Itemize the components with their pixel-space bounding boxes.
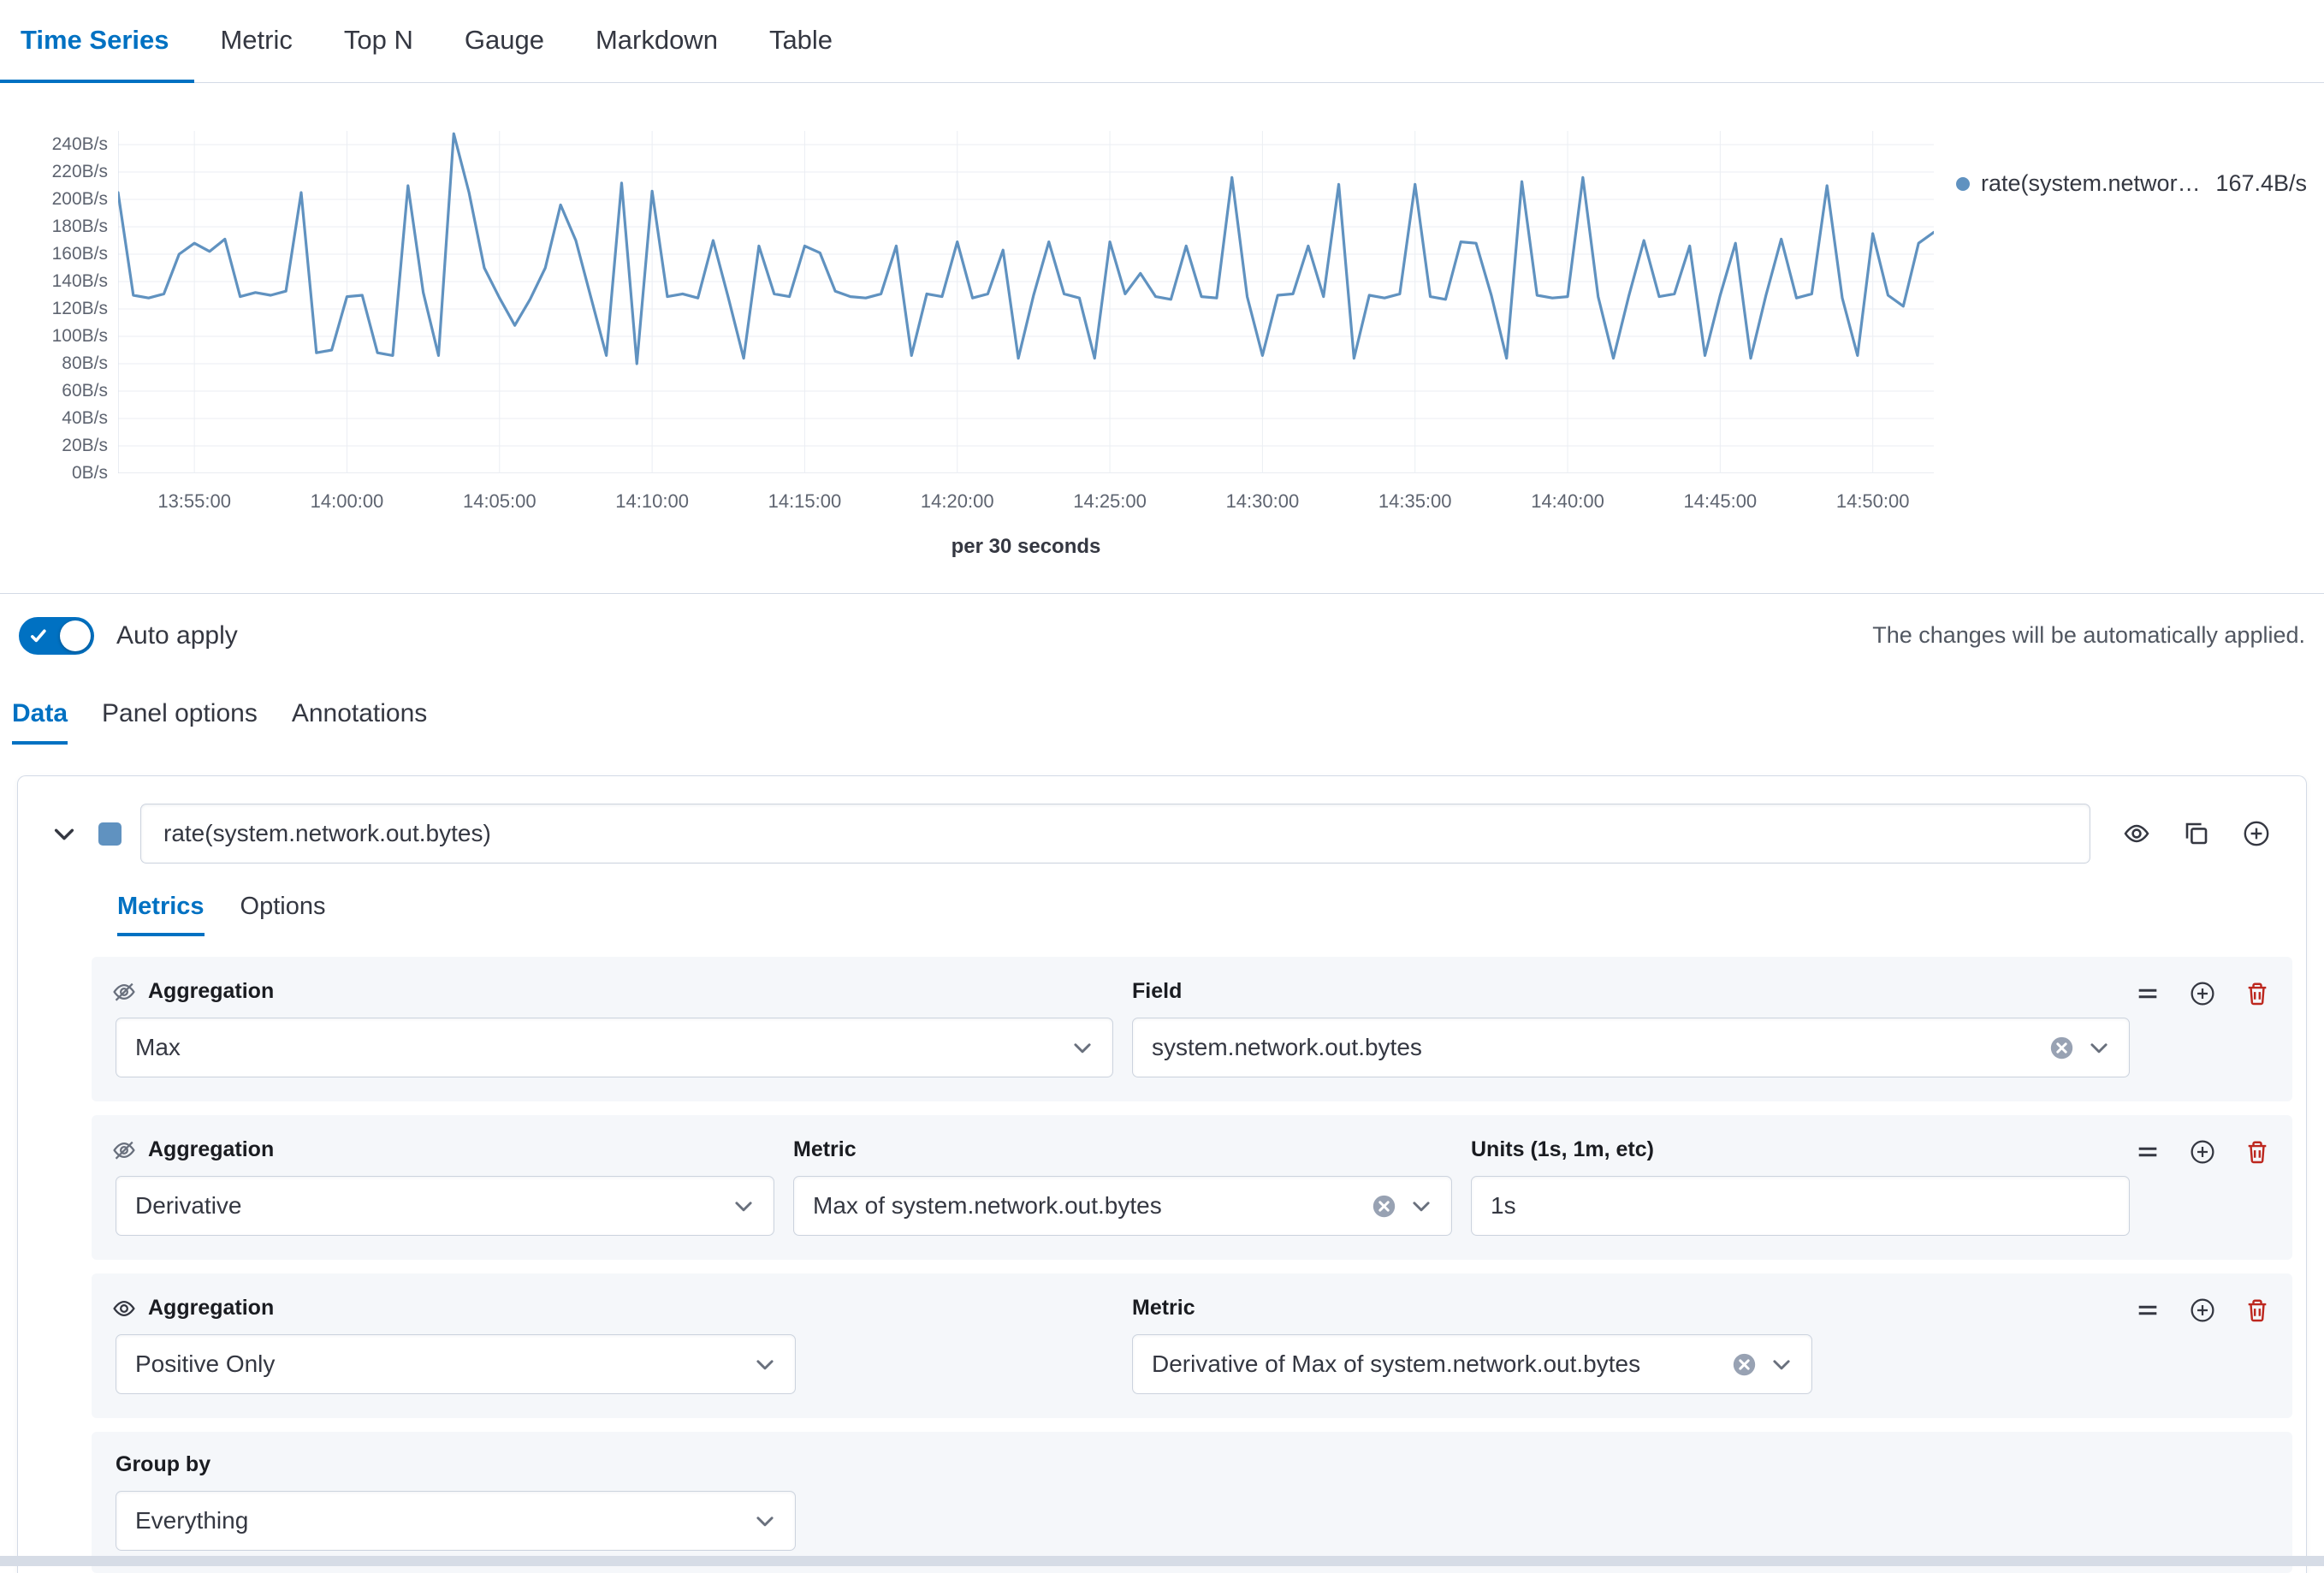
field-field: Field system.network.out.bytes [1132, 979, 2130, 1077]
timeseries-chart: 240B/s220B/s200B/s180B/s160B/s140B/s120B… [0, 83, 2324, 559]
metric-combobox[interactable]: Derivative of Max of system.network.out.… [1132, 1334, 1812, 1394]
chevron-down-icon [2088, 1036, 2110, 1059]
aggregation-field: Aggregation Positive Only [116, 1296, 1113, 1394]
group-by-select[interactable]: Everything [116, 1491, 796, 1551]
legend-series-label: rate(system.network... [1981, 170, 2204, 197]
field-label: Aggregation [148, 1296, 274, 1321]
tab-panel-options[interactable]: Panel options [102, 699, 258, 745]
plus-circle-icon[interactable] [2190, 981, 2215, 1006]
chevron-down-icon [1410, 1195, 1432, 1217]
row-actions [2135, 981, 2270, 1006]
eye-slash-icon[interactable] [112, 980, 136, 1004]
check-icon [28, 626, 49, 646]
aggregation-select[interactable]: Derivative [116, 1176, 774, 1236]
drag-handle-icon[interactable] [2135, 1139, 2161, 1165]
series-panel: Metrics Options Aggregation Max [17, 775, 2307, 1573]
legend-series-value: 167.4B/s [2215, 170, 2307, 197]
plus-circle-icon[interactable] [2190, 1139, 2215, 1165]
field-label: Units (1s, 1m, etc) [1471, 1137, 1654, 1162]
chevron-down-icon [754, 1510, 776, 1532]
drag-handle-icon[interactable] [2135, 981, 2161, 1006]
tab-time-series[interactable]: Time Series [0, 0, 194, 83]
aggregation-select[interactable]: Max [116, 1018, 1113, 1077]
auto-apply-toggle[interactable] [19, 617, 94, 655]
toggle-thumb [60, 620, 91, 651]
series-color-swatch[interactable] [98, 822, 122, 846]
units-input[interactable]: 1s [1471, 1176, 2130, 1236]
aggregation-field: Aggregation Max [116, 979, 1113, 1077]
bottom-divider [0, 1556, 2324, 1566]
x-axis-labels: 13:55:0014:00:0014:05:0014:10:0014:15:00… [118, 473, 1934, 513]
row-actions [2135, 1139, 2270, 1165]
metric-row-derivative: Aggregation Derivative Metric Max of sys… [92, 1115, 2292, 1260]
metric-row-positive-only: Aggregation Positive Only Metric Derivat… [92, 1273, 2292, 1418]
eye-icon[interactable] [112, 1297, 136, 1321]
units-field: Units (1s, 1m, etc) 1s [1471, 1137, 2130, 1236]
tab-options[interactable]: Options [240, 893, 326, 936]
editor-tabs: Data Panel options Annotations [0, 677, 2324, 745]
auto-apply-label: Auto apply [116, 621, 238, 650]
series-label-input[interactable] [140, 804, 2090, 864]
tab-data[interactable]: Data [12, 699, 68, 745]
group-by-field: Group by Everything [116, 1452, 2268, 1551]
metric-rows: Aggregation Max Field system.network.out… [92, 957, 2292, 1573]
metric-field: Metric Derivative of Max of system.netwo… [1132, 1296, 2130, 1394]
field-label: Metric [1132, 1296, 1195, 1321]
clear-icon[interactable] [1372, 1194, 1396, 1219]
plus-circle-icon[interactable] [2190, 1297, 2215, 1323]
auto-apply-hint: The changes will be automatically applie… [1872, 622, 2305, 649]
legend-dot [1956, 177, 1970, 191]
y-axis-labels: 240B/s220B/s200B/s180B/s160B/s140B/s120B… [17, 131, 118, 473]
series-query-row [32, 795, 2292, 864]
trash-icon[interactable] [2244, 1297, 2270, 1323]
metric-row-max: Aggregation Max Field system.network.out… [92, 957, 2292, 1101]
field-label: Aggregation [148, 1137, 274, 1162]
clear-icon[interactable] [1732, 1352, 1757, 1377]
tab-table[interactable]: Table [744, 0, 858, 83]
drag-handle-icon[interactable] [2135, 1297, 2161, 1323]
tab-top-n[interactable]: Top N [318, 0, 439, 83]
x-axis-title: per 30 seconds [17, 535, 1934, 559]
metric-combobox[interactable]: Max of system.network.out.bytes [793, 1176, 1452, 1236]
clear-icon[interactable] [2049, 1036, 2074, 1060]
metric-field: Metric Max of system.network.out.bytes [793, 1137, 1452, 1236]
field-combobox[interactable]: system.network.out.bytes [1132, 1018, 2130, 1077]
tab-annotations[interactable]: Annotations [292, 699, 427, 745]
aggregation-field: Aggregation Derivative [116, 1137, 774, 1236]
visualization-type-tabs: Time Series Metric Top N Gauge Markdown … [0, 0, 2324, 83]
tab-metric[interactable]: Metric [194, 0, 317, 83]
series-editor-tabs: Metrics Options [117, 893, 2292, 936]
chevron-down-icon [754, 1353, 776, 1375]
copy-icon[interactable] [2183, 820, 2210, 847]
series-actions [2123, 820, 2270, 847]
field-label: Aggregation [148, 979, 274, 1004]
row-actions [2135, 1297, 2270, 1323]
tab-metrics[interactable]: Metrics [117, 893, 205, 936]
tsvb-editor: Time Series Metric Top N Gauge Markdown … [0, 0, 2324, 1573]
trash-icon[interactable] [2244, 981, 2270, 1006]
chevron-down-icon [732, 1195, 755, 1217]
chart-line-svg [118, 131, 1934, 473]
field-label: Group by [116, 1452, 210, 1477]
field-label: Metric [793, 1137, 857, 1162]
aggregation-select[interactable]: Positive Only [116, 1334, 796, 1394]
field-label: Field [1132, 979, 1182, 1004]
chart-legend-item[interactable]: rate(system.network... 167.4B/s [1934, 131, 2307, 197]
chevron-down-icon[interactable] [49, 818, 80, 849]
tab-gauge[interactable]: Gauge [439, 0, 570, 83]
chart-plot-area[interactable]: 13:55:0014:00:0014:05:0014:10:0014:15:00… [118, 131, 1934, 473]
group-by-row: Group by Everything [92, 1432, 2292, 1573]
chevron-down-icon [1071, 1036, 1094, 1059]
trash-icon[interactable] [2244, 1139, 2270, 1165]
eye-slash-icon[interactable] [112, 1138, 136, 1162]
auto-apply-bar: Auto apply The changes will be automatic… [0, 593, 2324, 677]
plus-circle-icon[interactable] [2243, 820, 2270, 847]
eye-icon[interactable] [2123, 820, 2150, 847]
tab-markdown[interactable]: Markdown [570, 0, 744, 83]
chevron-down-icon [1770, 1353, 1793, 1375]
